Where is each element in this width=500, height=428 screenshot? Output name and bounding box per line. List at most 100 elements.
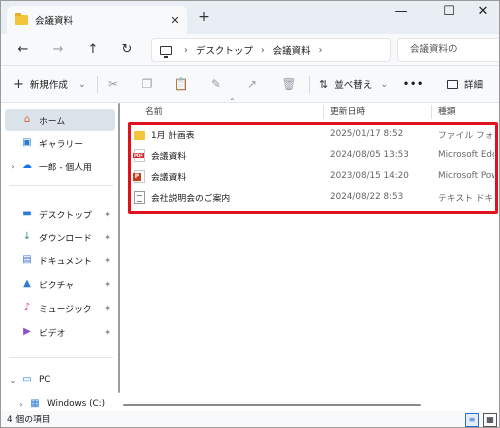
gallery-icon: ▣ (22, 137, 32, 148)
breadcrumb-desktop[interactable]: デスクトップ (196, 43, 253, 57)
drive-icon: ▦ (30, 398, 40, 409)
pin-icon: ✦ (104, 209, 111, 219)
chevron-down-icon: ⌄ (380, 78, 389, 90)
download-icon: ↓ (22, 231, 32, 242)
divider (9, 357, 113, 358)
new-label: 新規作成 (29, 80, 68, 91)
item-count: 4 個の項目 (7, 415, 51, 425)
navigation-bar: ← → ↑ ↻ › デスクトップ › 会議資料 › 会議資料の (1, 34, 499, 66)
home-icon: ⌂ (23, 114, 31, 125)
sidebar-item-videos[interactable]: ▶ ビデオ ✦ (5, 321, 121, 343)
column-divider[interactable] (431, 105, 432, 119)
rename-icon[interactable]: ✎ (208, 76, 224, 92)
pin-icon: ✦ (104, 279, 111, 289)
sort-label: 並べ替え (334, 80, 373, 91)
up-button[interactable]: ↑ (85, 42, 101, 58)
column-header-type[interactable]: 種類 (438, 103, 456, 121)
details-view-button[interactable]: ≡ (465, 413, 479, 427)
cloud-icon: ☁ (22, 160, 32, 171)
sidebar-item-music[interactable]: ♪ ミュージック ✦ (5, 297, 121, 319)
tab-title: 会議資料 (35, 16, 74, 27)
sidebar-item-label: ギャラリー (39, 139, 83, 150)
address-bar[interactable]: › デスクトップ › 会議資料 › (151, 38, 391, 62)
new-button[interactable]: + 新規作成 ⌄ (13, 76, 86, 92)
forward-button[interactable]: → (50, 42, 66, 58)
tab-close-icon[interactable]: ✕ (167, 14, 183, 27)
close-button[interactable]: ✕ (463, 1, 499, 27)
cut-icon[interactable]: ✂ (105, 76, 121, 92)
sidebar-item-label: ビデオ (39, 328, 66, 339)
pictures-icon: ▲ (23, 278, 31, 289)
paste-icon[interactable]: 📋 (173, 76, 189, 92)
explorer-window: 会議資料 ✕ + — ☐ ✕ ← → ↑ ↻ › デスクトップ › 会議資料 ›… (0, 0, 500, 428)
folder-icon (15, 13, 28, 25)
new-tab-button[interactable]: + (196, 9, 212, 25)
navigation-pane: ⌂ ホーム ▣ ギャラリー › ☁ 一郎 - 個人用 ▬ デスクトップ ✦ ↓ … (1, 103, 121, 411)
sidebar-item-pictures[interactable]: ▲ ピクチャ ✦ (5, 273, 121, 295)
chevron-right-icon[interactable]: › (13, 400, 29, 409)
pin-icon: ✦ (104, 303, 111, 313)
sidebar-scrollbar[interactable] (118, 103, 120, 393)
chevron-down-icon: ⌄ (77, 78, 86, 90)
sort-indicator-icon: ⌃ (229, 97, 236, 106)
music-icon: ♪ (23, 302, 31, 313)
breadcrumb-meeting-materials[interactable]: 会議資料 (273, 43, 311, 57)
details-button[interactable]: 詳細 (447, 76, 483, 92)
pc-icon: ▭ (22, 374, 32, 385)
pc-icon (160, 45, 172, 58)
sidebar-item-gallery[interactable]: ▣ ギャラリー (5, 132, 121, 154)
sidebar-item-downloads[interactable]: ↓ ダウンロード ✦ (5, 226, 121, 248)
sidebar-item-label: Windows (C:) (47, 399, 106, 409)
chevron-right-icon[interactable]: › (5, 162, 21, 171)
sidebar-item-home[interactable]: ⌂ ホーム (5, 109, 115, 131)
horizontal-scrollbar[interactable] (123, 404, 421, 406)
chevron-right-icon[interactable]: › (319, 45, 323, 56)
sidebar-item-onedrive[interactable]: › ☁ 一郎 - 個人用 (5, 155, 121, 177)
title-bar: 会議資料 ✕ + — ☐ ✕ (1, 1, 499, 34)
sidebar-item-label: デスクトップ (39, 210, 92, 221)
sidebar-item-desktop[interactable]: ▬ デスクトップ ✦ (5, 203, 121, 225)
sidebar-item-label: PC (39, 375, 51, 385)
sidebar-item-label: ホーム (39, 116, 66, 127)
refresh-button[interactable]: ↻ (119, 42, 135, 58)
sidebar-item-label: 一郎 - 個人用 (39, 162, 92, 173)
sidebar-item-documents[interactable]: ▤ ドキュメント ✦ (5, 249, 121, 271)
sort-icon: ⇅ (319, 77, 329, 91)
column-divider[interactable] (323, 105, 324, 119)
large-icons-view-button[interactable]: ▦ (483, 413, 497, 427)
sidebar-item-label: ダウンロード (39, 233, 92, 244)
desktop-icon: ▬ (22, 208, 32, 219)
search-input[interactable]: 会議資料の (397, 38, 499, 62)
highlight-box (128, 122, 498, 214)
pin-icon: ✦ (104, 255, 111, 265)
chevron-down-icon[interactable]: ⌄ (5, 376, 21, 385)
share-icon[interactable]: ↗ (244, 76, 260, 92)
divider (309, 76, 310, 93)
details-label: 詳細 (464, 80, 484, 91)
delete-icon[interactable]: 🗑 (281, 76, 297, 92)
sidebar-item-pc[interactable]: ⌄ ▭ PC (5, 369, 121, 391)
column-header-date[interactable]: 更新日時 (330, 103, 365, 121)
back-button[interactable]: ← (15, 42, 31, 58)
tab-meeting-materials[interactable]: 会議資料 ✕ (7, 6, 187, 34)
divider (97, 76, 98, 93)
video-icon: ▶ (23, 326, 31, 337)
sidebar-item-label: ミュージック (39, 304, 92, 315)
copy-icon[interactable]: ❐ (139, 76, 155, 92)
chevron-right-icon: › (260, 44, 265, 56)
sort-button[interactable]: ⇅ 並べ替え ⌄ (319, 76, 388, 92)
minimize-button[interactable]: — (381, 1, 421, 27)
chevron-right-icon: › (184, 44, 188, 56)
details-pane-icon (447, 79, 458, 89)
document-icon: ▤ (22, 254, 32, 265)
pin-icon: ✦ (104, 327, 111, 337)
column-header-name[interactable]: 名前 (145, 103, 163, 121)
sidebar-item-label: ドキュメント (39, 256, 92, 267)
more-button[interactable]: ••• (403, 76, 424, 92)
plus-icon: + (13, 76, 24, 92)
divider (9, 185, 113, 186)
status-bar: 4 個の項目 (1, 411, 499, 427)
sidebar-item-label: ピクチャ (39, 280, 75, 291)
command-bar: + 新規作成 ⌄ ✂ ❐ 📋 ✎ ↗ 🗑 ⇅ 並べ替え ⌄ ••• 詳細 (1, 66, 499, 103)
pin-icon: ✦ (104, 232, 111, 242)
